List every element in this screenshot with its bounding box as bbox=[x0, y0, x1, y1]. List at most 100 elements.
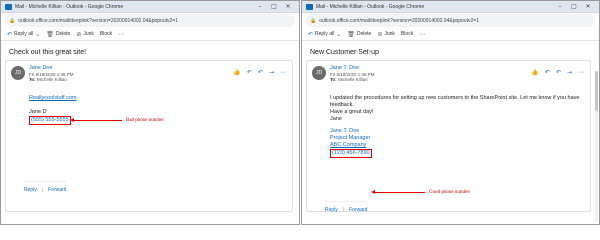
reply-all-label: Reply all bbox=[315, 31, 335, 37]
arrow-icon bbox=[371, 190, 425, 194]
mail-toolbar: ↶ Reply all ⌄ 🗑 Delete ⊘ Junk Block ⋯ bbox=[302, 28, 599, 41]
maximize-button[interactable]: □ bbox=[567, 3, 581, 10]
url-text: outlook.office.com/mail/deeplink?version… bbox=[319, 17, 479, 24]
minimize-button[interactable]: – bbox=[253, 3, 267, 10]
close-button[interactable]: ✕ bbox=[281, 3, 295, 10]
like-icon[interactable]: 👍 bbox=[531, 69, 538, 76]
bad-phone-annotation: Bad phone number bbox=[70, 118, 165, 123]
message-actions: 👍 ↶ ↶ → ⋯ bbox=[531, 69, 584, 76]
scrollbar[interactable] bbox=[595, 71, 598, 221]
outlook-favicon-icon bbox=[5, 3, 12, 10]
reply-all-button[interactable]: ↶ Reply all ⌄ bbox=[308, 31, 341, 38]
reply-icon[interactable]: ↶ bbox=[545, 69, 550, 76]
body-paragraph: I updated the procedures for setting up … bbox=[330, 95, 580, 108]
more-icon[interactable]: ⋯ bbox=[280, 69, 286, 76]
browser-window-right: Mail - Michelle Killian - Outlook - Goog… bbox=[301, 0, 600, 225]
message-actions: 👍 ↶ ↶ → ⋯ bbox=[233, 69, 286, 76]
signature-title: Project Manager bbox=[330, 135, 371, 141]
reply-button[interactable]: Reply bbox=[24, 187, 37, 193]
window-title: Mail - Michelle Killian - Outlook - Goog… bbox=[316, 3, 425, 10]
annotation-label: Bad phone number bbox=[126, 118, 165, 123]
more-options-button[interactable]: ⋯ bbox=[118, 31, 124, 38]
trash-icon: 🗑 bbox=[46, 30, 54, 38]
reply-all-button[interactable]: ↶ Reply all ⌄ bbox=[7, 31, 40, 38]
more-icon: ⋯ bbox=[118, 30, 125, 38]
body-link[interactable]: Reallycoolstuff.com bbox=[29, 95, 286, 102]
more-icon: ⋯ bbox=[419, 30, 426, 38]
reply-all-icon: ↶ bbox=[7, 30, 13, 38]
signature-name: Jane T. Doe bbox=[330, 128, 360, 134]
recipient-name: Michelle Killian bbox=[36, 77, 67, 82]
junk-icon: ⊘ bbox=[377, 30, 383, 38]
closing-line: Have a great day! bbox=[330, 109, 374, 115]
delete-button[interactable]: 🗑 Delete bbox=[347, 31, 371, 38]
block-label: Block bbox=[400, 31, 414, 37]
more-options-button[interactable]: ⋯ bbox=[419, 31, 425, 38]
junk-label: Junk bbox=[83, 31, 94, 37]
delete-label: Delete bbox=[356, 31, 372, 37]
forward-button[interactable]: Forward bbox=[349, 207, 367, 213]
maximize-button[interactable]: □ bbox=[267, 3, 281, 10]
sender-name[interactable]: Jane T. Doe bbox=[330, 65, 359, 71]
sender-name[interactable]: Jane Doe bbox=[29, 65, 53, 71]
to-label: To: bbox=[330, 77, 337, 82]
phone-number: (555) 555-5555 bbox=[29, 116, 71, 125]
trash-icon: 🗑 bbox=[347, 30, 355, 38]
reply-all-icon[interactable]: ↶ bbox=[556, 69, 561, 76]
like-icon[interactable]: 👍 bbox=[233, 69, 240, 76]
forward-icon[interactable]: → bbox=[269, 69, 274, 76]
reply-button[interactable]: Reply bbox=[325, 207, 338, 213]
scrollbar-thumb[interactable] bbox=[595, 71, 598, 111]
reply-forward-row: Reply | Forward bbox=[24, 181, 67, 193]
reply-all-icon[interactable]: ↶ bbox=[258, 69, 263, 76]
recipient-line: To: Michelle Killian bbox=[29, 77, 67, 82]
junk-button[interactable]: ⊘ Junk bbox=[76, 31, 94, 38]
avatar: JD bbox=[11, 66, 25, 80]
junk-button[interactable]: ⊘ Junk bbox=[377, 31, 395, 38]
address-bar[interactable]: 🔒 outlook.office.com/mail/deeplink?versi… bbox=[5, 14, 295, 27]
recipient-name: Michelle Killian bbox=[337, 77, 368, 82]
junk-label: Junk bbox=[384, 31, 395, 37]
mail-toolbar: ↶ Reply all ⌄ 🗑 Delete ⊘ Junk Block ⋯ bbox=[1, 28, 299, 41]
message-body: I updated the procedures for setting up … bbox=[330, 95, 584, 158]
divider: | bbox=[342, 207, 345, 213]
phone-number: (123) 456-7890 bbox=[330, 149, 372, 158]
forward-icon[interactable]: → bbox=[567, 69, 572, 76]
recipient-line: To: Michelle Killian bbox=[330, 77, 368, 82]
chevron-down-icon: ⌄ bbox=[35, 30, 41, 38]
short-name: Jane bbox=[330, 116, 342, 122]
reply-forward-row: Reply | Forward bbox=[325, 201, 368, 213]
window-title: Mail - Michelle Killian - Outlook - Goog… bbox=[15, 3, 124, 10]
reply-all-icon: ↶ bbox=[308, 30, 314, 38]
address-bar[interactable]: 🔒 outlook.office.com/mail/deeplink?versi… bbox=[306, 14, 595, 27]
outlook-favicon-icon bbox=[306, 3, 313, 10]
block-label: Block bbox=[99, 31, 113, 37]
to-label: To: bbox=[29, 77, 36, 82]
lock-icon: 🔒 bbox=[9, 17, 16, 24]
block-button[interactable]: Block bbox=[100, 31, 112, 37]
url-text: outlook.office.com/mail/deeplink?version… bbox=[18, 17, 178, 24]
block-button[interactable]: Block bbox=[401, 31, 413, 37]
delete-label: Delete bbox=[55, 31, 71, 37]
more-icon[interactable]: ⋯ bbox=[578, 69, 584, 76]
good-phone-annotation: Good phone number bbox=[371, 190, 471, 195]
reply-icon[interactable]: ↶ bbox=[247, 69, 252, 76]
delete-button[interactable]: 🗑 Delete bbox=[46, 31, 70, 38]
signature-company[interactable]: ABC Company bbox=[330, 142, 584, 149]
title-bar: Mail - Michelle Killian - Outlook - Goog… bbox=[302, 1, 599, 13]
message-card: JD Jane Doe Fri 9/18/2020 1:46 PM To: Mi… bbox=[5, 60, 293, 212]
junk-icon: ⊘ bbox=[76, 30, 82, 38]
signature-name: Jane D bbox=[29, 109, 47, 115]
browser-window-left: Mail - Michelle Killian - Outlook - Goog… bbox=[0, 0, 300, 225]
annotation-label: Good phone number bbox=[429, 190, 471, 195]
minimize-button[interactable]: – bbox=[553, 3, 567, 10]
arrow-icon bbox=[70, 118, 122, 122]
forward-button[interactable]: Forward bbox=[48, 187, 66, 193]
divider: | bbox=[41, 187, 44, 193]
lock-icon: 🔒 bbox=[310, 17, 317, 24]
title-bar: Mail - Michelle Killian - Outlook - Goog… bbox=[1, 1, 299, 13]
chevron-down-icon: ⌄ bbox=[336, 30, 342, 38]
avatar: JD bbox=[312, 66, 326, 80]
close-button[interactable]: ✕ bbox=[581, 3, 595, 10]
reply-all-label: Reply all bbox=[14, 31, 34, 37]
